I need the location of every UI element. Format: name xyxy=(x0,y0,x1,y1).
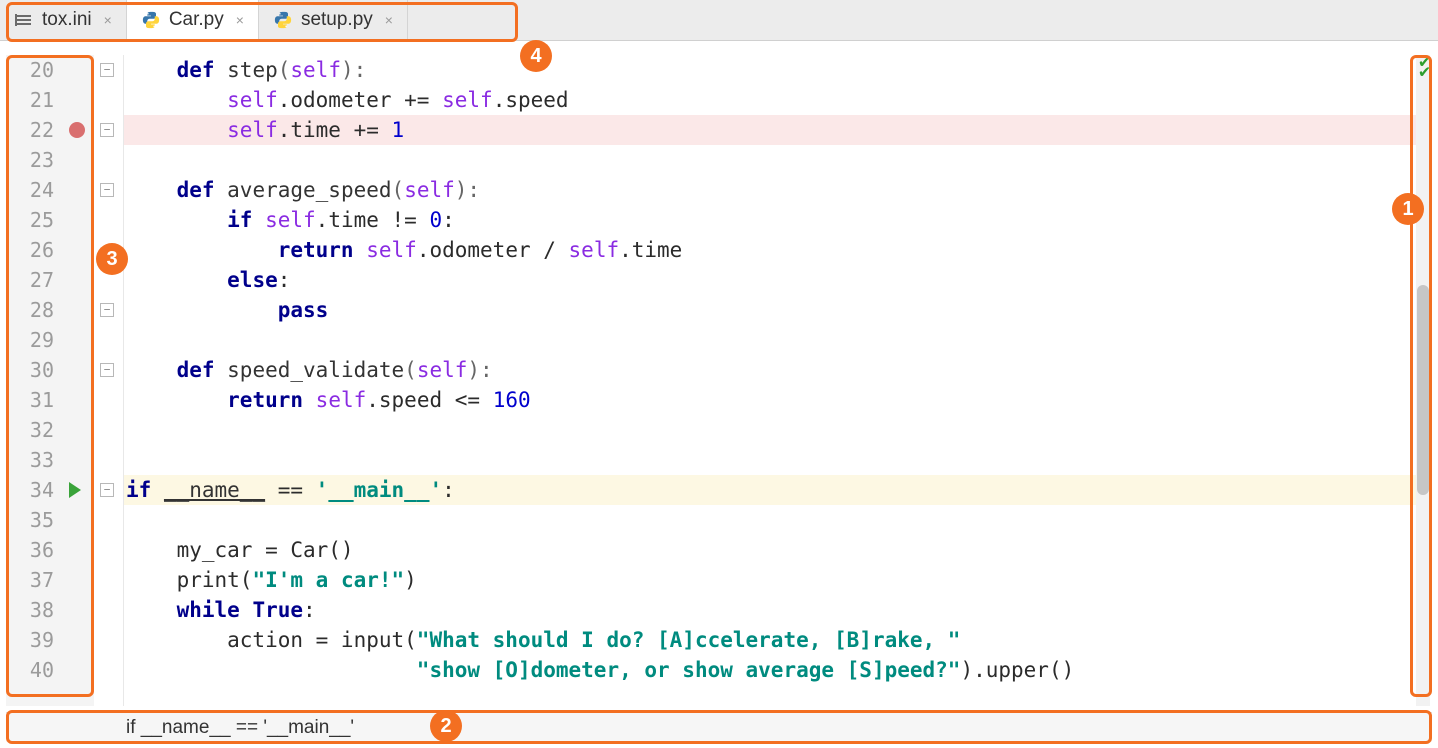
callout-2: 2 xyxy=(430,710,462,742)
line-number[interactable]: 39 xyxy=(6,625,54,655)
code-line[interactable]: if __name__ == '__main__': xyxy=(124,475,1430,505)
code-line[interactable]: def speed_validate(self): xyxy=(124,355,1430,385)
ide-editor-frame: { "tabs": [ { "label": "tox.ini", "icon"… xyxy=(0,0,1438,748)
callout-1: 1 xyxy=(1392,193,1424,225)
fold-toggle-icon[interactable]: − xyxy=(100,303,114,317)
code-line[interactable]: self.time += 1 xyxy=(124,115,1430,145)
line-number[interactable]: 26 xyxy=(6,235,54,265)
tab-label: tox.ini xyxy=(42,9,92,31)
editor-tabs: tox.ini × Car.py × setup.py × xyxy=(0,0,1438,41)
tab-tox-ini[interactable]: tox.ini × xyxy=(0,0,127,40)
line-number[interactable]: 38 xyxy=(6,595,54,625)
code-line[interactable]: if self.time != 0: xyxy=(124,205,1430,235)
code-line[interactable]: else: xyxy=(124,265,1430,295)
code-line[interactable]: def average_speed(self): xyxy=(124,175,1430,205)
code-line[interactable] xyxy=(124,145,1430,175)
code-line[interactable]: print("I'm a car!") xyxy=(124,565,1430,595)
code-line[interactable]: return self.odometer / self.time xyxy=(124,235,1430,265)
code-line[interactable]: action = input("What should I do? [A]cce… xyxy=(124,625,1430,655)
code-line[interactable]: my_car = Car() xyxy=(124,535,1430,565)
inspection-ok-icon: ✔✔ xyxy=(1419,57,1428,77)
scroll-thumb[interactable] xyxy=(1417,285,1429,495)
close-icon[interactable]: × xyxy=(104,12,112,28)
code-line[interactable]: self.odometer += self.speed xyxy=(124,85,1430,115)
close-icon[interactable]: × xyxy=(236,12,244,28)
line-number[interactable]: 40 xyxy=(6,655,54,685)
code-area[interactable]: def step(self): self.odometer += self.sp… xyxy=(124,55,1430,706)
code-line[interactable]: "show [O]dometer, or show average [S]pee… xyxy=(124,655,1430,685)
line-number[interactable]: 37 xyxy=(6,565,54,595)
line-number[interactable]: 30 xyxy=(6,355,54,385)
line-number[interactable]: 33 xyxy=(6,445,54,475)
line-number[interactable]: 34 xyxy=(6,475,54,505)
fold-toggle-icon[interactable]: − xyxy=(100,63,114,77)
line-number[interactable]: 28 xyxy=(6,295,54,325)
run-gutter-icon[interactable] xyxy=(69,482,81,498)
line-number-gutter[interactable]: 2021222324252627282930313233343536373839… xyxy=(6,55,60,706)
tab-setup-py[interactable]: setup.py × xyxy=(259,0,408,40)
editor-area: 2021222324252627282930313233343536373839… xyxy=(6,55,1430,706)
line-number[interactable]: 31 xyxy=(6,385,54,415)
tab-label: setup.py xyxy=(301,9,373,31)
fold-toggle-icon[interactable]: − xyxy=(100,183,114,197)
code-line[interactable] xyxy=(124,325,1430,355)
line-number[interactable]: 29 xyxy=(6,325,54,355)
python-file-icon xyxy=(141,10,161,30)
line-number[interactable]: 21 xyxy=(6,85,54,115)
fold-toggle-icon[interactable]: − xyxy=(100,363,114,377)
line-number[interactable]: 32 xyxy=(6,415,54,445)
line-number[interactable]: 35 xyxy=(6,505,54,535)
python-file-icon xyxy=(273,10,293,30)
fold-toggle-icon[interactable]: − xyxy=(100,123,114,137)
code-line[interactable]: pass xyxy=(124,295,1430,325)
code-line[interactable] xyxy=(124,505,1430,535)
editor-scrollbar[interactable]: ✔✔ xyxy=(1416,55,1430,706)
code-line[interactable]: def step(self): xyxy=(124,55,1430,85)
code-line[interactable] xyxy=(124,415,1430,445)
breakpoint-column[interactable] xyxy=(60,55,94,706)
line-number[interactable]: 25 xyxy=(6,205,54,235)
line-number[interactable]: 23 xyxy=(6,145,54,175)
breadcrumb-text: if __name__ == '__main__' xyxy=(126,717,354,739)
callout-3: 3 xyxy=(96,243,128,275)
close-icon[interactable]: × xyxy=(385,12,393,28)
code-line[interactable] xyxy=(124,445,1430,475)
breakpoint-icon[interactable] xyxy=(69,122,85,138)
line-number[interactable]: 20 xyxy=(6,55,54,85)
tab-car-py[interactable]: Car.py × xyxy=(127,0,259,40)
tab-label: Car.py xyxy=(169,9,224,31)
code-line[interactable]: while True: xyxy=(124,595,1430,625)
line-number[interactable]: 27 xyxy=(6,265,54,295)
ini-file-icon xyxy=(14,10,34,30)
callout-4: 4 xyxy=(520,40,552,72)
line-number[interactable]: 36 xyxy=(6,535,54,565)
code-line[interactable]: return self.speed <= 160 xyxy=(124,385,1430,415)
line-number[interactable]: 24 xyxy=(6,175,54,205)
breadcrumb-bar[interactable]: if __name__ == '__main__' xyxy=(6,712,1432,742)
fold-toggle-icon[interactable]: − xyxy=(100,483,114,497)
line-number[interactable]: 22 xyxy=(6,115,54,145)
fold-column[interactable]: − − − − − − xyxy=(94,55,124,706)
